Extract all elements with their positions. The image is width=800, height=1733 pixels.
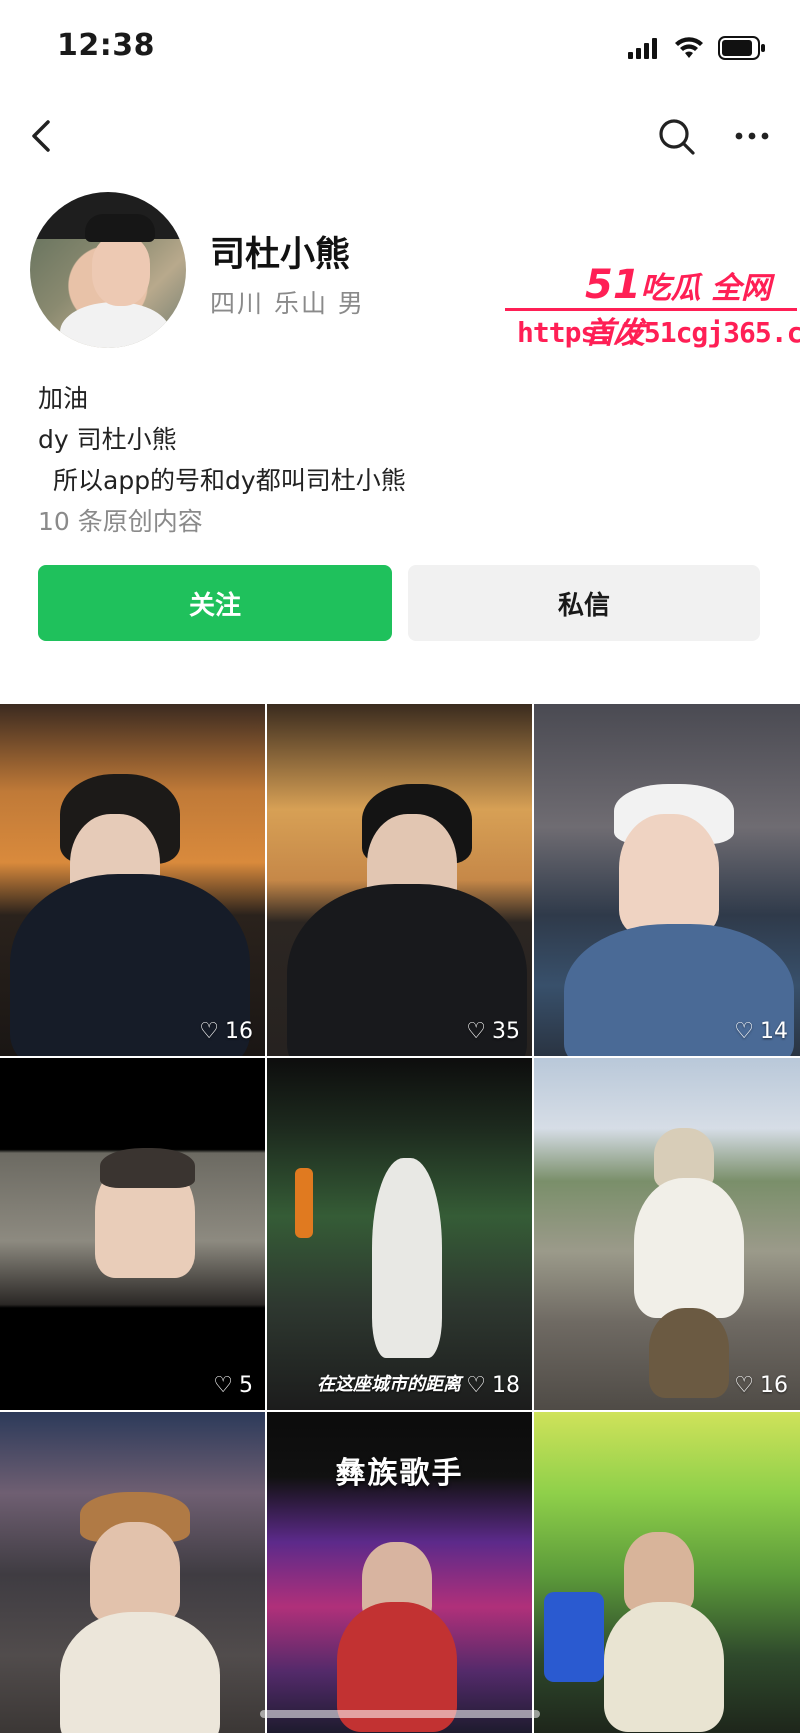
like-count: ♡ 16 [734,1373,788,1398]
bio-line: 所以app的号和dy都叫司杜小熊 [53,466,406,495]
message-button[interactable]: 私信 [408,565,760,641]
status-bar: 12:38 [0,0,800,95]
heart-icon: ♡ [734,1373,754,1398]
profile-bio: 加油 dy 司杜小熊 所以app的号和dy都叫司杜小熊 10 条原创内容 [38,378,406,542]
wifi-icon [675,37,703,58]
like-count: ♡ 16 [199,1019,253,1044]
watermark-url: https://51cgj365.com [517,316,800,349]
bio-line: dy 司杜小熊 [38,425,177,454]
avatar[interactable] [30,192,186,348]
heart-icon: ♡ [199,1019,219,1044]
signal-icon [628,38,657,59]
video-title-overlay: 彝族歌手 [335,1456,464,1491]
status-icons [628,36,766,60]
video-grid: ♡ 16 ♡ 35 ♡ 14 ♡ 5 在这座城市的距离 ♡ 18 ♡ 16 彝族歌手 [0,704,800,1733]
chevron-left-icon[interactable] [24,114,64,158]
heart-icon: ♡ [734,1019,754,1044]
video-tile[interactable]: ♡ 5 [0,1058,265,1410]
video-tile[interactable]: ♡ 16 [0,704,265,1056]
like-count: ♡ 5 [213,1373,253,1398]
profile-name: 司杜小熊 [210,235,351,275]
watermark: 51吃瓜 全网首发 https://51cgj365.com [505,262,800,358]
heart-icon: ♡ [466,1019,486,1044]
search-icon[interactable] [654,114,698,158]
nav-bar [0,100,800,170]
original-count: 10 条原创内容 [38,507,203,536]
profile-meta: 四川 乐山 男 [210,289,365,318]
video-tile[interactable] [534,1412,800,1733]
video-tile[interactable]: ♡ 16 [534,1058,800,1410]
video-tile[interactable]: ♡ 35 [267,704,532,1056]
more-icon[interactable] [730,114,774,158]
video-tile[interactable]: 彝族歌手 [267,1412,532,1733]
status-time: 12:38 [57,28,155,63]
heart-icon: ♡ [213,1373,233,1398]
bio-line: 加油 [38,384,89,413]
follow-button[interactable]: 关注 [38,565,392,641]
like-count: ♡ 14 [734,1019,788,1044]
video-tile[interactable] [0,1412,265,1733]
video-tile[interactable]: 在这座城市的距离 ♡ 18 [267,1058,532,1410]
like-count: ♡ 18 [466,1373,520,1398]
like-count: ♡ 35 [466,1019,520,1044]
heart-icon: ♡ [466,1373,486,1398]
watermark-number: 51 [585,262,641,308]
watermark-line [505,308,797,311]
battery-icon [718,36,765,60]
video-tile[interactable]: ♡ 14 [534,704,800,1056]
video-caption: 在这座城市的距离 [317,1374,461,1395]
home-indicator [260,1710,540,1718]
